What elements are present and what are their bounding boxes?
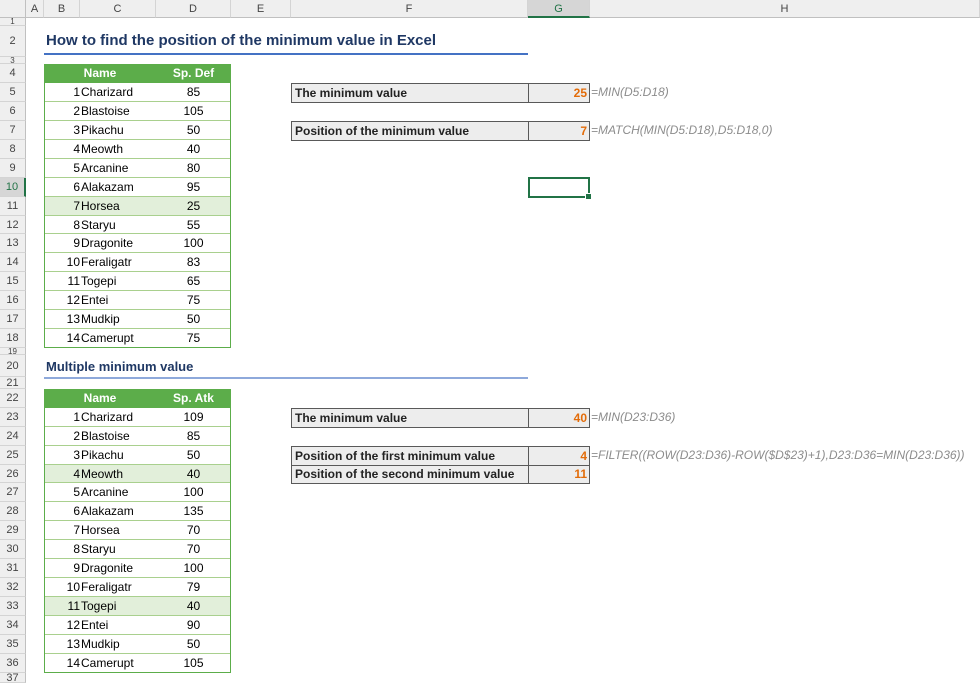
table-border [44, 389, 231, 673]
column-header-d[interactable]: D [156, 0, 231, 18]
title-underline [44, 53, 528, 55]
min-value-label-2: The minimum value [291, 408, 529, 428]
row-header-19[interactable]: 19 [0, 348, 26, 355]
row-header-27[interactable]: 27 [0, 483, 26, 502]
row-header-28[interactable]: 28 [0, 502, 26, 521]
row-header-36[interactable]: 36 [0, 654, 26, 673]
column-header-a[interactable]: A [26, 0, 44, 18]
row-header-3[interactable]: 3 [0, 57, 26, 64]
row-header-5[interactable]: 5 [0, 83, 26, 102]
row-header-13[interactable]: 13 [0, 234, 26, 253]
row-header-10[interactable]: 10 [0, 178, 26, 197]
column-header-f[interactable]: F [291, 0, 528, 18]
row-header-32[interactable]: 32 [0, 578, 26, 597]
row-header-23[interactable]: 23 [0, 408, 26, 427]
column-header-b[interactable]: B [44, 0, 80, 18]
column-header-c[interactable]: C [80, 0, 156, 18]
row-header-29[interactable]: 29 [0, 521, 26, 540]
min-value-result: 25 [528, 83, 590, 103]
row-header-11[interactable]: 11 [0, 197, 26, 216]
row-header-12[interactable]: 12 [0, 216, 26, 234]
min-position-label: Position of the minimum value [291, 121, 529, 141]
row-header-8[interactable]: 8 [0, 140, 26, 159]
second-min-position-label: Position of the second minimum value [291, 465, 529, 484]
row-header-22[interactable]: 22 [0, 389, 26, 408]
row-header-35[interactable]: 35 [0, 635, 26, 654]
first-min-position-result: 4 [528, 446, 590, 466]
row-header-25[interactable]: 25 [0, 446, 26, 465]
spreadsheet-grid[interactable]: A B C D E F G H 1 2 3 4 5 6 7 8 9 10 11 12 13 14 15 16 17 18 19 20 2… [0, 0, 980, 683]
row-header-17[interactable]: 17 [0, 310, 26, 329]
row-header-16[interactable]: 16 [0, 291, 26, 310]
column-header-g[interactable]: G [528, 0, 590, 18]
row-header-24[interactable]: 24 [0, 427, 26, 446]
row-header-30[interactable]: 30 [0, 540, 26, 559]
min-formula-text-2: =MIN(D23:D36) [591, 410, 676, 424]
section-title-multiple-min: Multiple minimum value [46, 359, 194, 374]
second-min-position-result: 11 [528, 465, 590, 484]
table-border [44, 64, 231, 348]
min-value-result-2: 40 [528, 408, 590, 428]
column-header-e[interactable]: E [231, 0, 291, 18]
min-position-result: 7 [528, 121, 590, 141]
row-header-34[interactable]: 34 [0, 616, 26, 635]
min-formula-text: =MIN(D5:D18) [591, 85, 669, 99]
section-underline [44, 377, 528, 379]
row-header-31[interactable]: 31 [0, 559, 26, 578]
column-header-h[interactable]: H [590, 0, 980, 18]
select-all-corner[interactable] [0, 0, 26, 18]
row-header-9[interactable]: 9 [0, 159, 26, 178]
fill-handle[interactable] [585, 193, 592, 200]
row-header-26[interactable]: 26 [0, 465, 26, 483]
first-min-position-label: Position of the first minimum value [291, 446, 529, 466]
row-header-7[interactable]: 7 [0, 121, 26, 140]
filter-formula-text: =FILTER((ROW(D23:D36)-ROW($D$23)+1),D23:… [591, 448, 965, 462]
row-header-37[interactable]: 37 [0, 673, 26, 683]
row-header-1[interactable]: 1 [0, 18, 26, 26]
active-cell-g10[interactable] [528, 177, 592, 200]
row-header-14[interactable]: 14 [0, 253, 26, 272]
row-header-21[interactable]: 21 [0, 377, 26, 389]
min-value-label: The minimum value [291, 83, 529, 103]
row-header-15[interactable]: 15 [0, 272, 26, 291]
row-header-2[interactable]: 2 [0, 26, 26, 57]
row-header-18[interactable]: 18 [0, 329, 26, 348]
row-header-33[interactable]: 33 [0, 597, 26, 616]
match-formula-text: =MATCH(MIN(D5:D18),D5:D18,0) [591, 123, 773, 137]
row-header-4[interactable]: 4 [0, 64, 26, 83]
row-header-20[interactable]: 20 [0, 355, 26, 377]
row-header-6[interactable]: 6 [0, 102, 26, 121]
page-title: How to find the position of the minimum … [46, 32, 437, 49]
